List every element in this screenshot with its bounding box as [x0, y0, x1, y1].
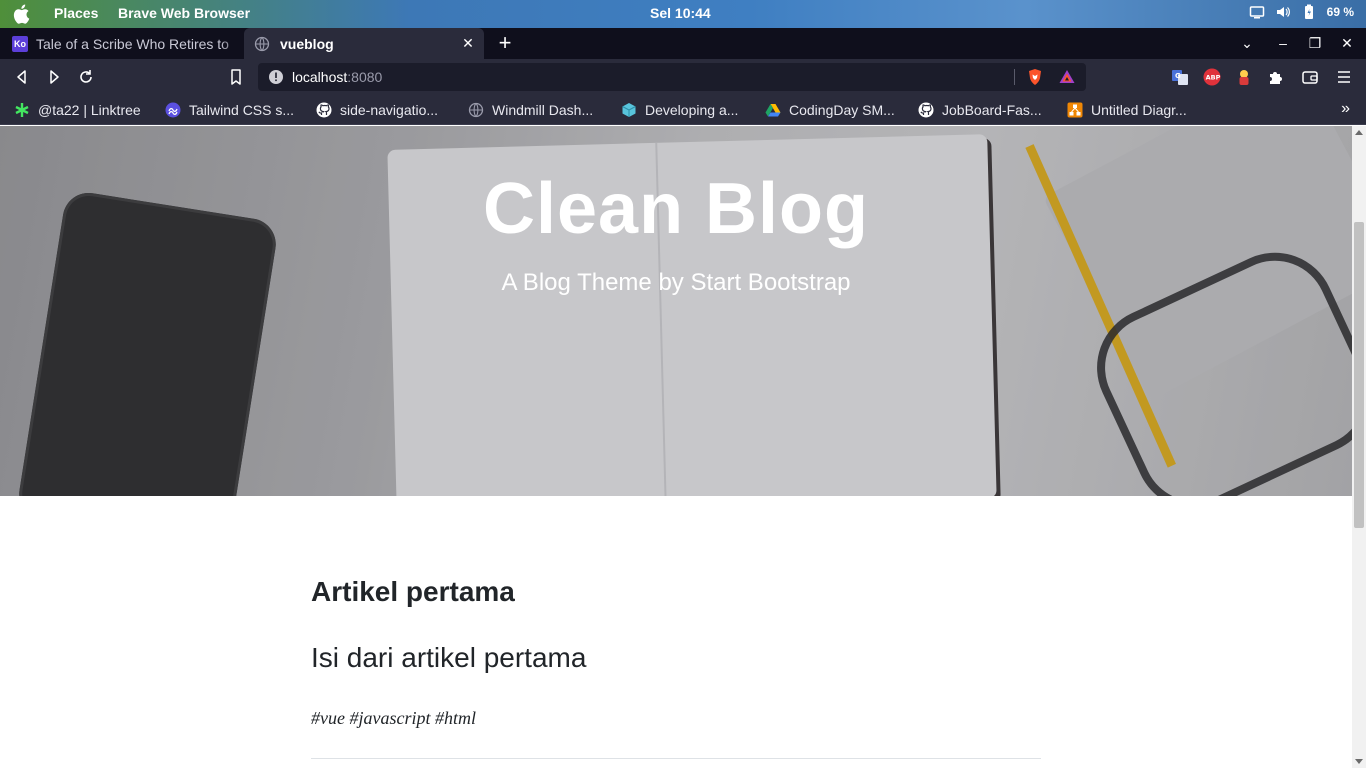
new-tab-button[interactable]: +: [494, 32, 516, 55]
app-menu[interactable]: Brave Web Browser: [118, 5, 250, 21]
tab-inactive[interactable]: Ko Tale of a Scribe Who Retires to: [0, 28, 244, 59]
extensions-puzzle-icon[interactable]: [1267, 68, 1285, 86]
close-tab-icon[interactable]: ✕: [460, 35, 476, 51]
bookmark-item[interactable]: Windmill Dash...: [468, 101, 593, 119]
svg-text:G: G: [1175, 72, 1181, 80]
cube-icon: [622, 103, 636, 117]
volume-icon[interactable]: [1275, 4, 1291, 20]
scrollbar-thumb[interactable]: [1354, 222, 1364, 528]
bookmark-item[interactable]: @ta22 | Linktree: [14, 101, 141, 119]
scroll-down-icon[interactable]: [1355, 759, 1363, 764]
google-drive-icon: [765, 104, 781, 117]
bookmark-label: @ta22 | Linktree: [38, 102, 141, 118]
close-window-icon[interactable]: ✕: [1338, 34, 1356, 52]
bookmark-label: Untitled Diagr...: [1091, 102, 1187, 118]
bookmark-label: side-navigatio...: [340, 102, 439, 118]
site-subtitle: A Blog Theme by Start Bootstrap: [501, 269, 851, 296]
bookmark-icon[interactable]: [227, 68, 245, 86]
bookmark-item[interactable]: side-navigatio...: [316, 101, 438, 119]
minimize-icon[interactable]: –: [1274, 34, 1292, 52]
globe-icon: [254, 36, 270, 51]
brave-shields-icon[interactable]: [1026, 68, 1044, 86]
mascot-extension-icon[interactable]: [1235, 68, 1253, 86]
post-subtitle: Isi dari artikel pertama: [311, 642, 587, 673]
url-host: localhost: [292, 69, 348, 85]
more-bookmarks-icon[interactable]: »: [1341, 100, 1350, 118]
bookmark-item[interactable]: Untitled Diagr...: [1067, 101, 1187, 119]
post-title[interactable]: Artikel pertama: [311, 576, 1041, 608]
post-tags: #vue #javascript #html: [311, 708, 476, 728]
bookmark-item[interactable]: Tailwind CSS s...: [165, 101, 294, 119]
bookmark-label: Windmill Dash...: [492, 102, 594, 118]
site-info-icon[interactable]: [268, 69, 284, 85]
bookmark-label: Tailwind CSS s...: [189, 102, 295, 118]
bookmarks-bar: @ta22 | Linktree Tailwind CSS s... side-…: [0, 95, 1366, 125]
brave-rewards-icon[interactable]: [1058, 68, 1076, 86]
site-title: Clean Blog: [482, 169, 870, 249]
os-top-bar: Places Brave Web Browser Sel 10:44 69 %: [0, 0, 1366, 28]
page-viewport: Clean Blog A Blog Theme by Start Bootstr…: [0, 126, 1352, 768]
page-scrollbar[interactable]: [1352, 126, 1366, 768]
bookmark-label: JobBoard-Fas...: [942, 102, 1042, 118]
battery-percent: 69 %: [1326, 5, 1354, 19]
url-port: :8080: [347, 69, 383, 85]
globe-icon: [468, 102, 484, 118]
tab-active[interactable]: vueblog ✕: [244, 28, 484, 59]
apple-icon[interactable]: [12, 4, 30, 24]
bookmark-item[interactable]: JobBoard-Fas...: [918, 101, 1042, 119]
back-icon[interactable]: [13, 68, 31, 86]
post-preview[interactable]: Artikel pertama Isi dari artikel pertama…: [311, 576, 1041, 729]
linktree-icon: [15, 103, 29, 117]
restore-icon[interactable]: ❐: [1306, 34, 1324, 52]
bookmark-item[interactable]: Developing a...: [621, 101, 738, 119]
bookmark-label: Developing a...: [645, 102, 739, 118]
tab-favicon: Ko: [12, 35, 28, 52]
display-icon[interactable]: [1249, 4, 1265, 20]
battery-icon[interactable]: [1301, 4, 1317, 20]
clock[interactable]: Sel 10:44: [650, 5, 711, 21]
wallet-icon[interactable]: [1301, 68, 1319, 86]
bookmark-item[interactable]: CodingDay SM...: [765, 101, 895, 119]
adblock-extension-icon[interactable]: ABP: [1203, 68, 1221, 86]
post-divider: [311, 758, 1041, 759]
scroll-up-icon[interactable]: [1355, 130, 1363, 135]
forward-icon[interactable]: [45, 68, 63, 86]
address-bar[interactable]: localhost:8080: [258, 63, 1086, 91]
address-divider: [1014, 69, 1015, 85]
hero-header: Clean Blog A Blog Theme by Start Bootstr…: [0, 126, 1352, 496]
tab-search-icon[interactable]: ⌄: [1238, 34, 1256, 52]
places-menu[interactable]: Places: [54, 5, 98, 21]
menu-icon[interactable]: [1335, 68, 1353, 86]
svg-text:ABP: ABP: [1206, 74, 1221, 82]
github-icon: [316, 102, 332, 118]
system-tray: 69 %: [1249, 4, 1354, 20]
translate-extension-icon[interactable]: G: [1171, 68, 1189, 86]
reload-icon[interactable]: [77, 68, 95, 86]
tab-title: Tale of a Scribe Who Retires to: [36, 35, 229, 52]
tab-strip: Ko Tale of a Scribe Who Retires to vuebl…: [0, 28, 1366, 59]
bookmark-label: CodingDay SM...: [789, 102, 895, 118]
drawio-icon: [1067, 102, 1083, 118]
url-text: localhost:8080: [292, 69, 382, 85]
tailwind-icon: [165, 102, 181, 118]
tab-title: vueblog: [280, 35, 334, 52]
github-icon: [918, 102, 934, 118]
